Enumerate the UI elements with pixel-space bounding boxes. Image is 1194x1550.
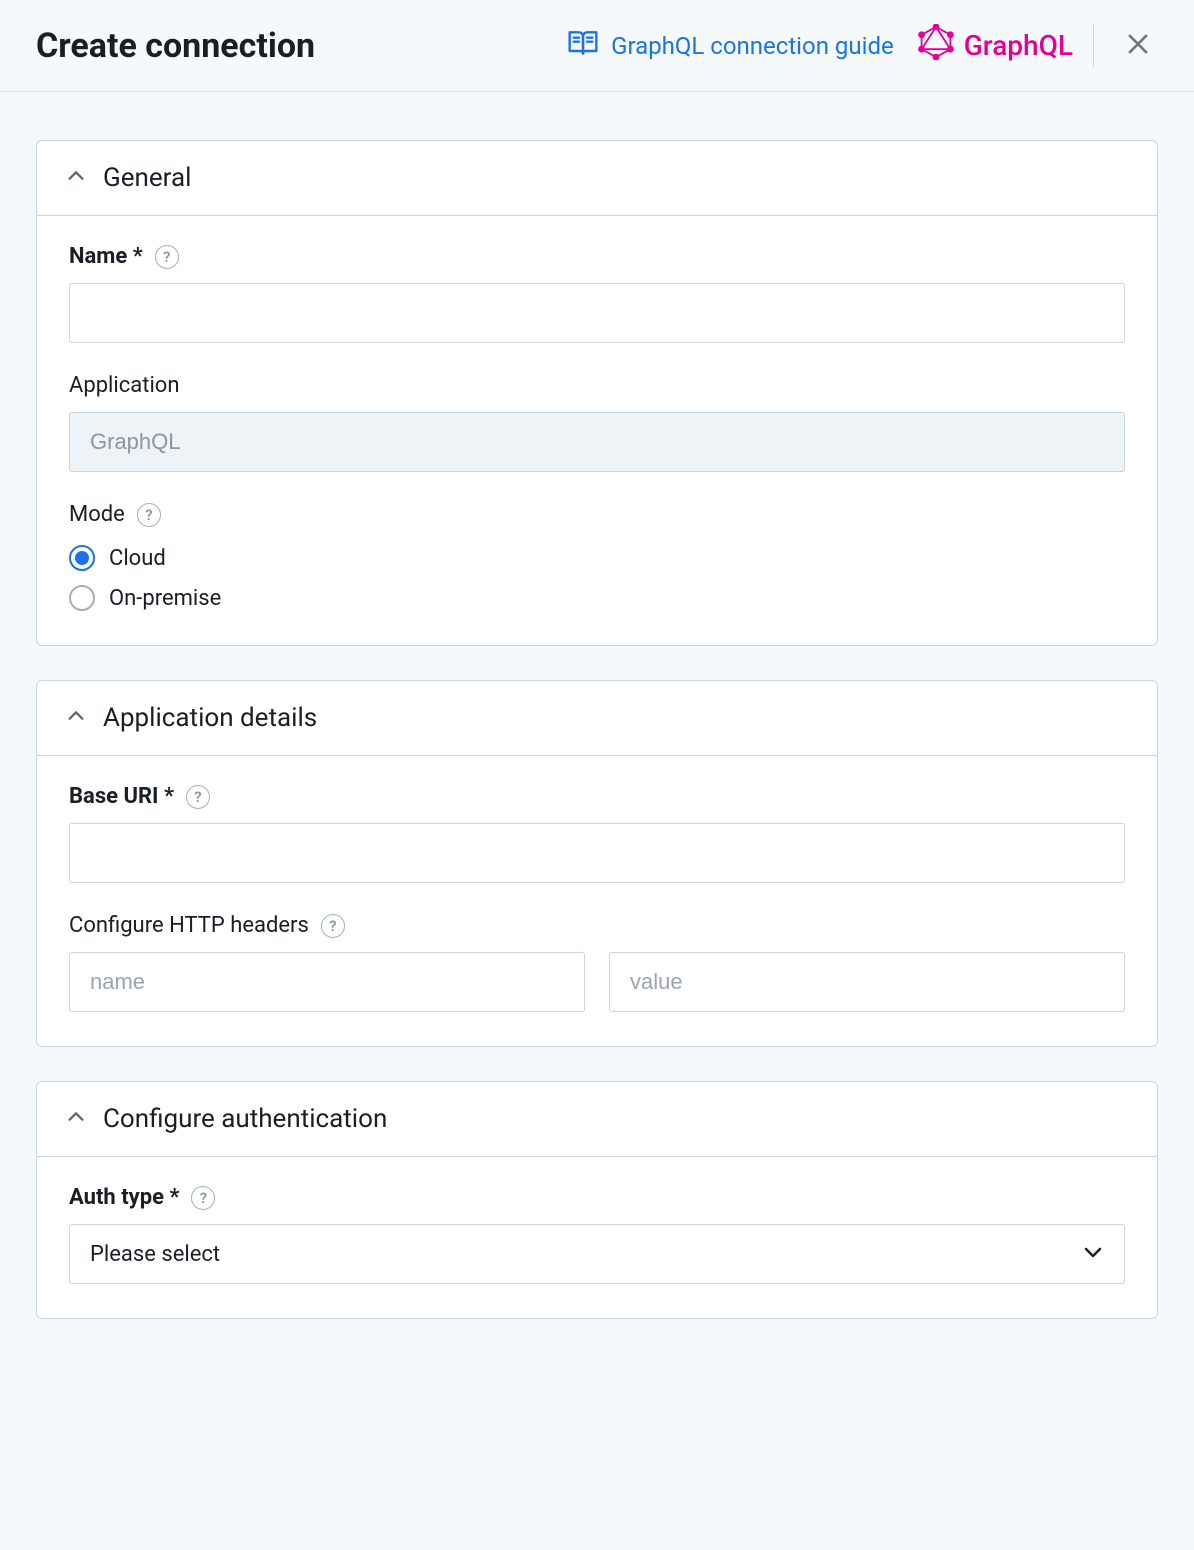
mode-radio-group: Cloud On-premise xyxy=(69,541,1125,611)
field-label-application: Application xyxy=(69,373,1125,398)
panel-title: Configure authentication xyxy=(103,1104,387,1134)
help-icon[interactable]: ? xyxy=(321,914,345,938)
field-label-mode: Mode ? xyxy=(69,502,1125,527)
field-name: Name * ? xyxy=(69,244,1125,343)
field-label-authtype: Auth type * ? xyxy=(69,1185,1125,1210)
chevron-up-icon xyxy=(65,165,87,191)
panel-general: General Name * ? Application Mode ? xyxy=(36,140,1158,646)
guide-link[interactable]: GraphQL connection guide xyxy=(567,27,894,65)
application-input xyxy=(69,412,1125,472)
brand-label: GraphQL xyxy=(964,29,1073,62)
field-http-headers: Configure HTTP headers ? xyxy=(69,913,1125,1012)
help-icon[interactable]: ? xyxy=(186,785,210,809)
radio-onpremise[interactable]: On-premise xyxy=(69,585,1125,611)
baseuri-input[interactable] xyxy=(69,823,1125,883)
graphql-icon xyxy=(918,24,954,67)
authtype-select-value: Please select xyxy=(90,1242,220,1267)
field-baseuri: Base URI * ? xyxy=(69,784,1125,883)
radio-label: On-premise xyxy=(109,586,221,611)
radio-cloud[interactable]: Cloud xyxy=(69,545,1125,571)
help-icon[interactable]: ? xyxy=(137,503,161,527)
page-body: General Name * ? Application Mode ? xyxy=(0,92,1194,1377)
page-title: Create connection xyxy=(36,26,315,66)
field-label-name: Name * ? xyxy=(69,244,1125,269)
guide-link-label: GraphQL connection guide xyxy=(611,32,894,60)
panel-title: General xyxy=(103,163,191,193)
radio-label: Cloud xyxy=(109,546,166,571)
panel-body-appdetails: Base URI * ? Configure HTTP headers ? xyxy=(37,756,1157,1046)
field-label-baseuri: Base URI * ? xyxy=(69,784,1125,809)
field-mode: Mode ? Cloud On-premise xyxy=(69,502,1125,611)
help-icon[interactable]: ? xyxy=(155,245,179,269)
panel-header-general[interactable]: General xyxy=(37,141,1157,216)
page-header: Create connection GraphQL connection gui… xyxy=(0,0,1194,92)
header-value-input[interactable] xyxy=(609,952,1125,1012)
radio-indicator xyxy=(69,545,95,571)
chevron-up-icon xyxy=(65,1106,87,1132)
book-icon xyxy=(567,27,599,65)
panel-title: Application details xyxy=(103,703,317,733)
panel-body-auth: Auth type * ? Please select xyxy=(37,1157,1157,1318)
name-input[interactable] xyxy=(69,283,1125,343)
close-icon xyxy=(1124,30,1152,61)
panel-body-general: Name * ? Application Mode ? Cloud xyxy=(37,216,1157,645)
field-authtype: Auth type * ? Please select xyxy=(69,1185,1125,1284)
authtype-select[interactable]: Please select xyxy=(69,1224,1125,1284)
help-icon[interactable]: ? xyxy=(191,1186,215,1210)
panel-appdetails: Application details Base URI * ? Configu… xyxy=(36,680,1158,1047)
close-button[interactable] xyxy=(1118,24,1158,67)
brand-logo: GraphQL xyxy=(918,24,1094,67)
panel-auth: Configure authentication Auth type * ? P… xyxy=(36,1081,1158,1319)
header-name-input[interactable] xyxy=(69,952,585,1012)
field-application: Application xyxy=(69,373,1125,472)
authtype-select-wrap: Please select xyxy=(69,1224,1125,1284)
headers-row xyxy=(69,952,1125,1012)
radio-indicator xyxy=(69,585,95,611)
panel-header-appdetails[interactable]: Application details xyxy=(37,681,1157,756)
panel-header-auth[interactable]: Configure authentication xyxy=(37,1082,1157,1157)
field-label-http-headers: Configure HTTP headers ? xyxy=(69,913,1125,938)
chevron-up-icon xyxy=(65,705,87,731)
